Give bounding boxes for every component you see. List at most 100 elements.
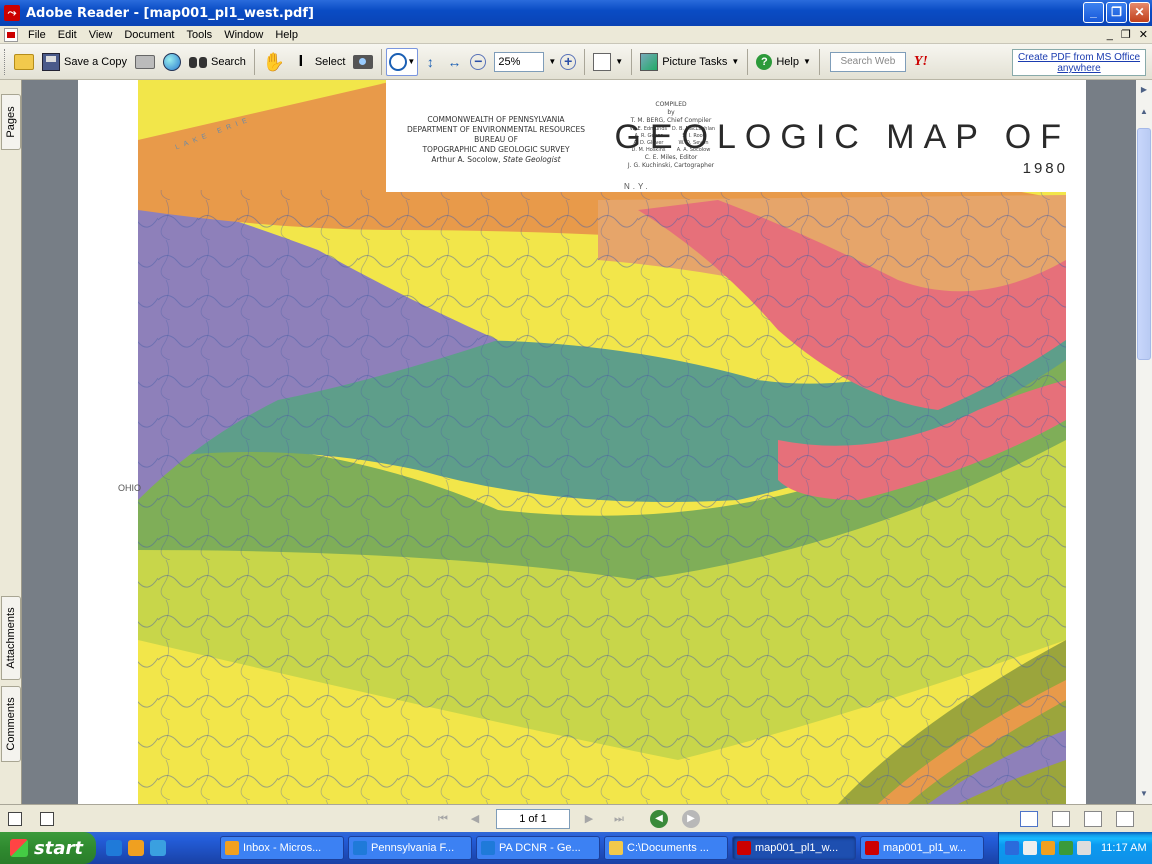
menu-view[interactable]: View bbox=[83, 26, 119, 44]
create-pdf-link[interactable]: Create PDF from MS Office anywhere bbox=[1012, 49, 1146, 76]
open-button[interactable] bbox=[10, 48, 38, 76]
window-title: Adobe Reader - [map001_pl1_west.pdf] bbox=[26, 5, 314, 21]
taskbar-item-inbox[interactable]: Inbox - Micros... bbox=[220, 836, 344, 860]
taskbar: start Inbox - Micros... Pennsylvania F..… bbox=[0, 832, 1152, 864]
map-title-block: COMMONWEALTH OF PENNSYLVANIA DEPARTMENT … bbox=[386, 80, 1086, 192]
zoom-level-input[interactable] bbox=[494, 51, 545, 72]
outlook-icon[interactable] bbox=[128, 840, 144, 856]
pdf-icon bbox=[737, 841, 751, 855]
toolbar-separator bbox=[631, 48, 633, 75]
network-icon[interactable] bbox=[1059, 841, 1073, 855]
doc-restore-button[interactable]: ❐ bbox=[1121, 26, 1131, 44]
scroll-right-icon[interactable]: ▶ bbox=[1136, 82, 1152, 98]
taskbar-item-label: Pennsylvania F... bbox=[371, 842, 455, 854]
menu-window[interactable]: Window bbox=[218, 26, 269, 44]
system-tray: 11:17 AM bbox=[998, 832, 1152, 864]
menu-file[interactable]: File bbox=[22, 26, 52, 44]
page-thumbnail-icon[interactable] bbox=[8, 811, 22, 826]
page-number-field[interactable]: 1 of 1 bbox=[496, 808, 570, 829]
continuous-facing-layout-button[interactable] bbox=[1116, 810, 1134, 827]
picture-tasks-button[interactable]: Picture Tasks ▼ bbox=[636, 48, 743, 76]
taskbar-item-documents[interactable]: C:\Documents ... bbox=[604, 836, 728, 860]
taskbar-item-pa-dcnr[interactable]: PA DCNR - Ge... bbox=[476, 836, 600, 860]
menu-edit[interactable]: Edit bbox=[52, 26, 83, 44]
taskbar-item-map-active[interactable]: map001_pl1_w... bbox=[732, 836, 856, 860]
camera-icon bbox=[353, 54, 374, 69]
page-management-button[interactable]: ▼ bbox=[589, 48, 627, 76]
taskbar-item-label: map001_pl1_w... bbox=[883, 842, 967, 854]
security-icon[interactable] bbox=[1077, 841, 1091, 855]
previous-page-button[interactable]: ◀ bbox=[466, 810, 484, 828]
map-drainage-texture bbox=[138, 190, 1066, 804]
create-pdf-line-2: anywhere bbox=[1057, 63, 1101, 74]
quick-launch bbox=[106, 840, 216, 856]
single-page-layout-button[interactable] bbox=[1020, 810, 1038, 827]
help-button[interactable]: ? Help ▼ bbox=[752, 48, 815, 76]
search-button[interactable]: Search bbox=[185, 48, 250, 76]
zoom-tool-button[interactable]: ▼ bbox=[386, 47, 419, 76]
show-hidden-icons-icon[interactable] bbox=[1005, 841, 1019, 855]
maximize-button[interactable]: ❐ bbox=[1106, 2, 1127, 23]
close-button[interactable]: ✕ bbox=[1129, 2, 1150, 23]
tab-attachments[interactable]: Attachments bbox=[1, 596, 21, 680]
go-back-button[interactable]: ◀ bbox=[650, 809, 668, 828]
scroll-down-icon[interactable]: ▼ bbox=[1136, 786, 1152, 802]
toolbar-separator bbox=[818, 48, 820, 75]
browser-icon[interactable] bbox=[150, 840, 166, 856]
minimize-button[interactable]: _ bbox=[1083, 2, 1104, 23]
next-page-button[interactable]: ▶ bbox=[580, 810, 598, 828]
first-page-button[interactable]: ⏮ bbox=[434, 810, 452, 828]
hand-tool-button[interactable]: ✋ bbox=[259, 48, 287, 76]
menu-help[interactable]: Help bbox=[269, 26, 304, 44]
agency-line: TOPOGRAPHIC AND GEOLOGIC SURVEY bbox=[422, 145, 570, 154]
document-viewer[interactable]: LAKE ERIE COMMONWEALTH OF PENNSYLVANIA D… bbox=[22, 80, 1136, 804]
map-title: GEOLOGIC MAP OF bbox=[614, 118, 1070, 156]
chevron-down-icon[interactable]: ▼ bbox=[407, 57, 415, 66]
menu-document[interactable]: Document bbox=[118, 26, 180, 44]
doc-close-button[interactable]: ✕ bbox=[1139, 26, 1148, 44]
taskbar-item-map[interactable]: map001_pl1_w... bbox=[860, 836, 984, 860]
last-page-button[interactable]: ⏭ bbox=[610, 810, 628, 828]
internet-explorer-icon[interactable] bbox=[106, 840, 122, 856]
facing-layout-button[interactable] bbox=[1084, 810, 1102, 827]
toolbar-grip[interactable] bbox=[4, 48, 7, 75]
mail-icon[interactable] bbox=[1023, 841, 1037, 855]
scroll-up-icon[interactable]: ▲ bbox=[1136, 104, 1152, 120]
fit-page-button[interactable]: ↕ bbox=[418, 48, 442, 76]
toolbar-separator bbox=[584, 48, 586, 75]
document-info-icon[interactable] bbox=[40, 811, 54, 826]
menu-tools[interactable]: Tools bbox=[181, 26, 219, 44]
save-copy-button[interactable]: Save a Copy bbox=[38, 48, 131, 76]
email-button[interactable] bbox=[159, 48, 185, 76]
snapshot-button[interactable] bbox=[349, 48, 377, 76]
document-icon[interactable] bbox=[4, 27, 18, 42]
chevron-down-icon: ▼ bbox=[802, 57, 811, 66]
adobe-reader-icon: ⤳ bbox=[4, 5, 20, 21]
taskbar-item-pennsylvania[interactable]: Pennsylvania F... bbox=[348, 836, 472, 860]
navigation-panel: Pages Attachments Comments bbox=[0, 80, 22, 804]
ny-border-label: N.Y. bbox=[624, 182, 651, 191]
tab-pages[interactable]: Pages bbox=[1, 94, 21, 150]
zoom-in-button[interactable]: + bbox=[556, 48, 580, 76]
outlook-icon[interactable] bbox=[1041, 841, 1055, 855]
zoom-out-button[interactable]: − bbox=[466, 48, 490, 76]
yahoo-logo[interactable]: Y! bbox=[914, 54, 928, 70]
scrollbar-thumb[interactable] bbox=[1137, 128, 1151, 360]
start-button[interactable]: start bbox=[0, 832, 96, 864]
doc-minimize-button[interactable]: _ bbox=[1107, 26, 1113, 44]
vertical-scrollbar[interactable]: ▶ ▲ ▼ bbox=[1136, 80, 1152, 804]
search-web-input[interactable]: Search Web bbox=[829, 51, 906, 72]
tab-comments[interactable]: Comments bbox=[1, 686, 21, 762]
state-geologist-line: Arthur A. Socolow, State Geologist bbox=[406, 155, 586, 165]
continuous-layout-button[interactable] bbox=[1052, 810, 1070, 827]
print-button[interactable] bbox=[131, 48, 159, 76]
search-label: Search bbox=[210, 55, 246, 68]
fit-width-button[interactable]: ↔ bbox=[442, 48, 466, 76]
select-tool-button[interactable]: I Select bbox=[287, 48, 350, 76]
taskbar-item-label: C:\Documents ... bbox=[627, 842, 709, 854]
toolbar-separator bbox=[253, 48, 255, 75]
go-forward-button[interactable]: ▶ bbox=[682, 809, 700, 828]
chevron-down-icon[interactable]: ▼ bbox=[548, 57, 556, 66]
start-label: start bbox=[34, 837, 83, 859]
pdf-page[interactable]: LAKE ERIE COMMONWEALTH OF PENNSYLVANIA D… bbox=[78, 80, 1086, 804]
